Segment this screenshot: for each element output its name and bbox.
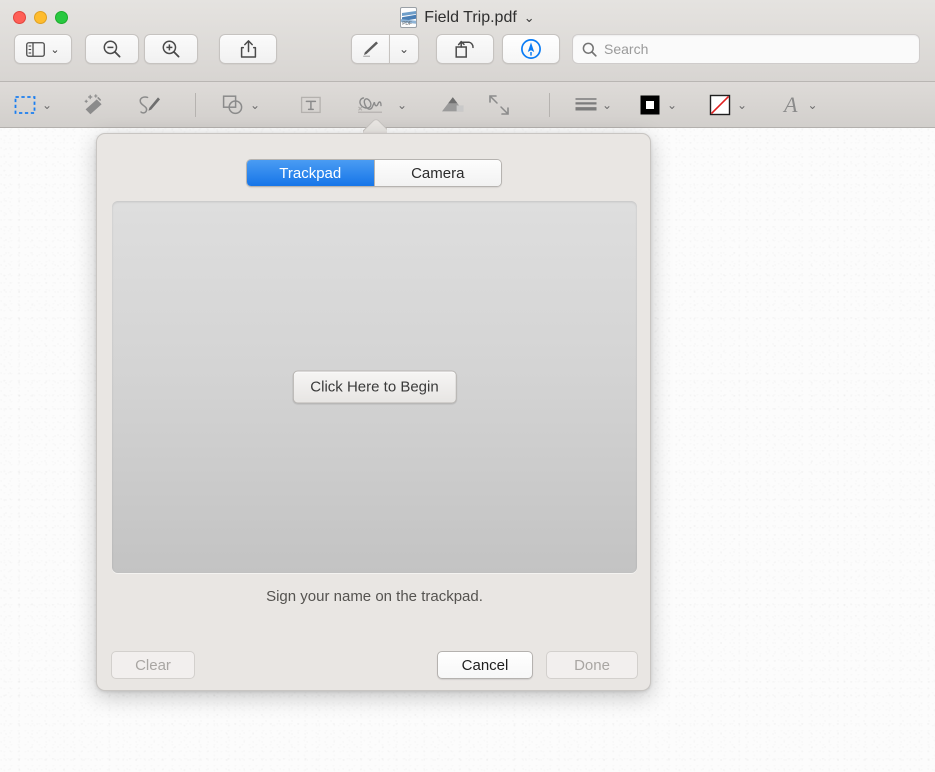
chevron-down-icon[interactable]: ⌄	[737, 98, 747, 112]
search-input[interactable]: Search	[604, 41, 648, 57]
minimize-button[interactable]	[34, 11, 47, 24]
page-title[interactable]: Field Trip.pdf	[424, 9, 516, 27]
zoom-in-button[interactable]	[144, 34, 198, 64]
search-field[interactable]: Search	[572, 34, 920, 64]
sidebar-icon	[26, 41, 46, 57]
chevron-down-icon[interactable]: ⌄	[807, 98, 817, 112]
zoom-button[interactable]	[55, 11, 68, 24]
text-style-icon: A	[784, 92, 798, 117]
pdf-document-icon: PDF	[400, 7, 418, 28]
tab-trackpad[interactable]: Trackpad	[247, 160, 374, 186]
share-button[interactable]	[219, 34, 277, 64]
chevron-down-icon[interactable]: ⌄	[602, 98, 612, 112]
signature-tool[interactable]: ⌄	[355, 90, 407, 120]
tab-camera[interactable]: Camera	[373, 160, 501, 186]
toolbar-divider	[195, 93, 196, 117]
note-tool[interactable]	[439, 90, 467, 120]
text-box-tool[interactable]	[300, 90, 322, 120]
share-icon	[240, 39, 257, 59]
border-style-tool[interactable]: ⌄	[574, 90, 612, 120]
sketch-tool[interactable]	[135, 90, 163, 120]
markup-button[interactable]	[351, 34, 389, 64]
clear-button[interactable]: Clear	[111, 651, 195, 679]
zoom-out-icon	[102, 39, 122, 59]
text-box-icon	[300, 95, 322, 115]
sketch-icon	[135, 94, 163, 116]
rotate-left-button[interactable]	[436, 34, 494, 64]
traffic-lights	[13, 11, 68, 24]
chevron-down-icon[interactable]: ⌄	[399, 42, 409, 56]
rectangular-selection-icon	[14, 95, 38, 115]
crop-tool[interactable]	[488, 90, 510, 120]
shapes-icon	[222, 94, 246, 116]
popover-arrow	[363, 118, 387, 134]
signature-capture-popover: Trackpad Camera Click Here to Begin Sign…	[96, 133, 651, 691]
annotate-icon	[520, 38, 542, 60]
click-here-to-begin-button[interactable]: Click Here to Begin	[292, 370, 457, 404]
fill-color-swatch-icon	[709, 94, 733, 116]
chevron-down-icon[interactable]: ⌄	[524, 10, 535, 26]
zoom-out-button[interactable]	[85, 34, 139, 64]
shapes-tool[interactable]: ⌄	[222, 90, 260, 120]
cancel-button[interactable]: Cancel	[437, 651, 533, 679]
border-style-icon	[574, 95, 598, 115]
chevron-down-icon[interactable]: ⌄	[250, 98, 260, 112]
rectangular-selection-tool[interactable]: ⌄	[14, 90, 52, 120]
border-color-swatch-icon	[639, 94, 663, 116]
instant-alpha-icon	[82, 94, 106, 116]
chevron-down-icon[interactable]: ⌄	[42, 98, 52, 112]
document-title-bar: PDF Field Trip.pdf ⌄	[0, 7, 935, 28]
note-icon	[439, 94, 467, 116]
title-bar: PDF Field Trip.pdf ⌄ ⌄ ⌄ Search	[0, 0, 935, 82]
chevron-down-icon[interactable]: ⌄	[50, 43, 59, 56]
chevron-down-icon[interactable]: ⌄	[397, 98, 407, 112]
zoom-in-icon	[161, 39, 181, 59]
instruction-text: Sign your name on the trackpad.	[266, 588, 483, 605]
markup-pen-icon	[361, 40, 381, 58]
rotate-left-icon	[454, 39, 476, 59]
search-icon	[582, 42, 597, 57]
preview-window: PDF Field Trip.pdf ⌄ ⌄ ⌄ Search ⌄ ⌄ ⌄ ⌄ …	[0, 0, 935, 772]
main-toolbar: ⌄ ⌄ Search	[0, 34, 935, 76]
annotate-button[interactable]	[502, 34, 560, 64]
text-style-tool[interactable]: A ⌄	[784, 90, 818, 120]
instant-alpha-tool[interactable]	[82, 90, 106, 120]
signature-icon	[355, 93, 393, 117]
done-button[interactable]: Done	[546, 651, 638, 679]
sidebar-view-button[interactable]: ⌄	[14, 34, 72, 64]
signature-capture-pad[interactable]: Click Here to Begin	[112, 201, 637, 573]
toolbar-divider	[549, 93, 550, 117]
border-color-tool[interactable]: ⌄	[639, 90, 677, 120]
markup-options-button[interactable]: ⌄	[389, 34, 419, 64]
close-button[interactable]	[13, 11, 26, 24]
signature-source-tabs: Trackpad Camera	[246, 159, 502, 187]
fill-color-tool[interactable]: ⌄	[709, 90, 747, 120]
chevron-down-icon[interactable]: ⌄	[667, 98, 677, 112]
crop-icon	[488, 94, 510, 116]
markup-toolbar: ⌄ ⌄ ⌄ ⌄ ⌄ ⌄ A ⌄	[0, 82, 935, 128]
